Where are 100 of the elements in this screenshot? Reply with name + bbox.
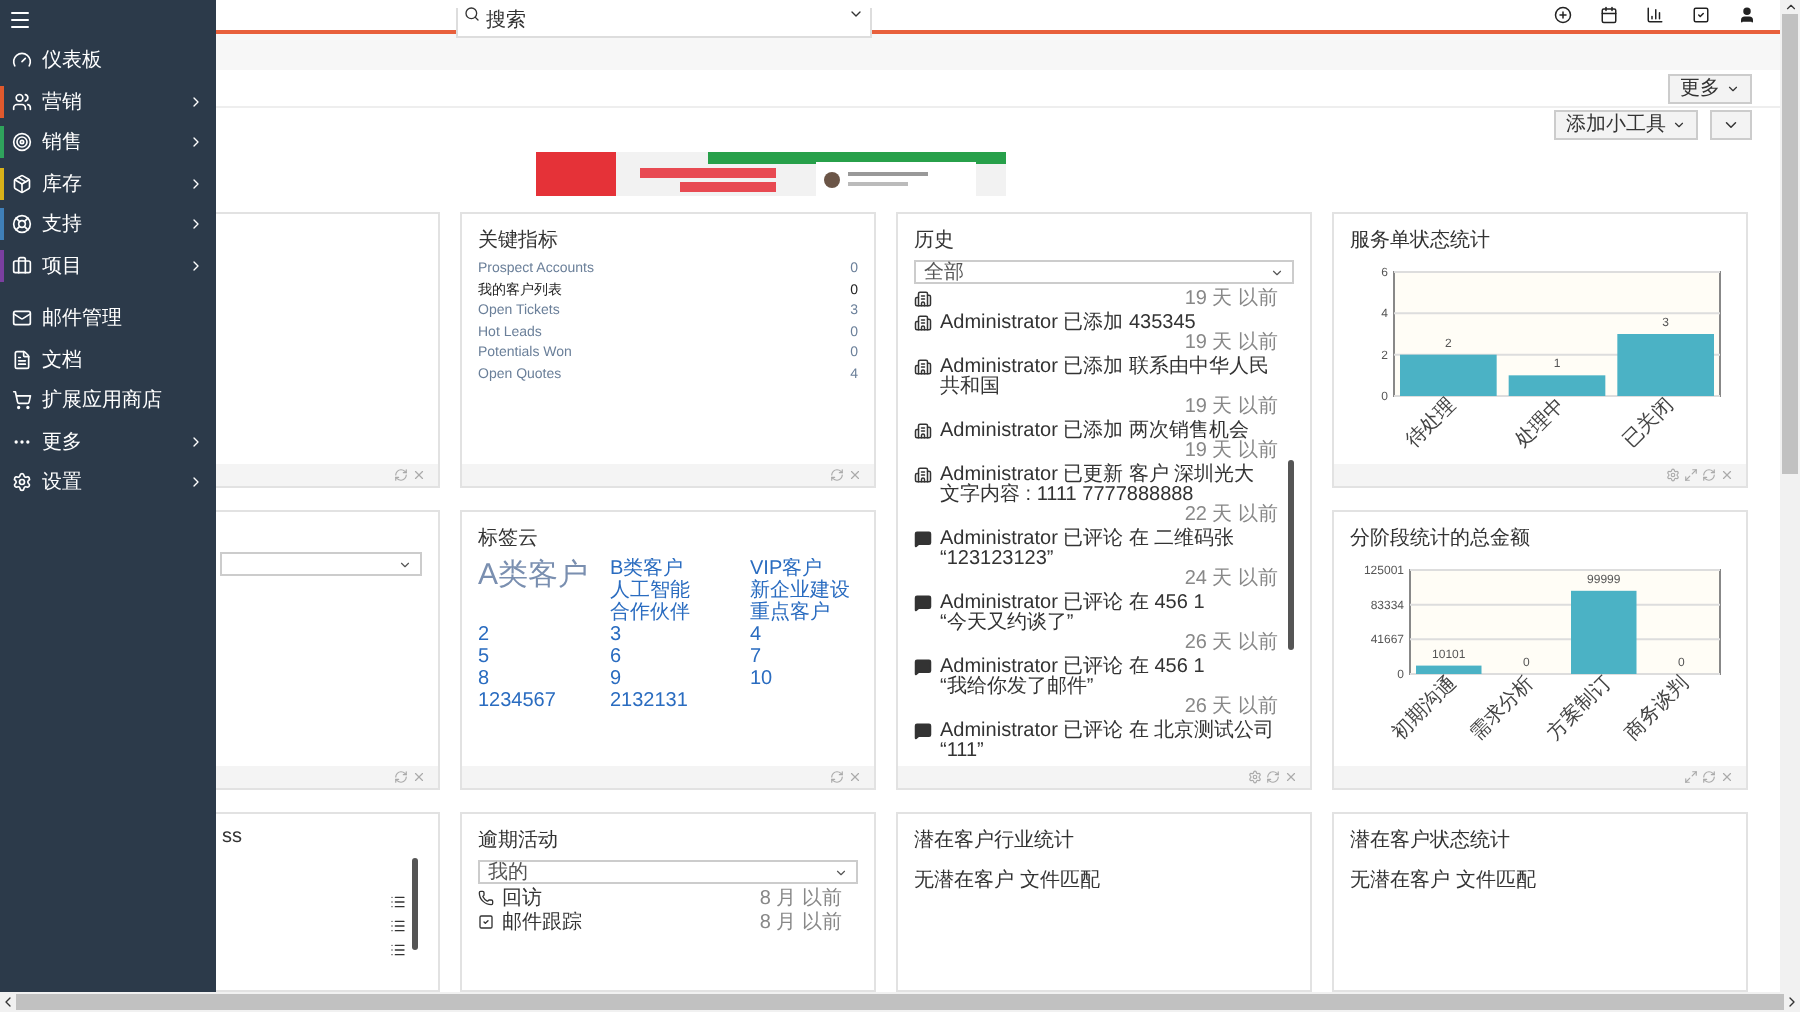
- tag-link[interactable]: 10: [750, 668, 874, 690]
- chart-title: 服务单状态统计: [1350, 230, 1490, 252]
- building-icon: [914, 358, 932, 376]
- add-icon[interactable]: [1554, 6, 1572, 24]
- sidebar-item[interactable]: 库存: [0, 163, 216, 204]
- list-icon[interactable]: [390, 894, 406, 910]
- close-icon[interactable]: [1284, 770, 1298, 784]
- mail-icon: [12, 308, 32, 329]
- settings-icon[interactable]: [1666, 468, 1680, 482]
- refresh-icon[interactable]: [830, 770, 844, 784]
- refresh-icon[interactable]: [1702, 770, 1716, 784]
- tag-link[interactable]: 1234567: [478, 690, 594, 712]
- building-icon: [914, 466, 932, 484]
- scrollbar[interactable]: [412, 858, 418, 950]
- timestamp: 19 天 以前: [1184, 442, 1278, 462]
- tag-link[interactable]: 3: [610, 624, 734, 646]
- building-icon: [914, 290, 932, 308]
- history-detail: “今天又约谈了”: [940, 614, 1076, 634]
- sidebar-item[interactable]: 文档: [0, 339, 216, 380]
- checkbox-icon[interactable]: [1692, 6, 1710, 24]
- activity-label[interactable]: 回访: [502, 890, 542, 910]
- sidebar-item[interactable]: 邮件管理: [0, 298, 216, 339]
- bar-chart-icon[interactable]: [1646, 6, 1664, 24]
- widget-title: 历史: [914, 230, 954, 252]
- expand-icon[interactable]: [1684, 468, 1698, 482]
- tag-link[interactable]: 合作伙伴: [610, 602, 734, 624]
- sidebar-item[interactable]: 销售: [0, 122, 216, 163]
- history-detail: “111”: [940, 742, 986, 762]
- tag-link[interactable]: 8: [478, 668, 594, 690]
- document-icon: [12, 349, 32, 370]
- activity-label[interactable]: 邮件跟踪: [502, 914, 582, 934]
- timestamp: 22 天 以前: [1184, 506, 1278, 526]
- list-icon[interactable]: [390, 918, 406, 934]
- list-icon[interactable]: [390, 942, 406, 958]
- dropdown-icon[interactable]: [848, 6, 864, 22]
- refresh-icon[interactable]: [1702, 468, 1716, 482]
- widget-title: 标签云: [478, 528, 538, 550]
- briefcase-icon: [12, 255, 32, 276]
- close-icon[interactable]: [1720, 468, 1734, 482]
- tag-link[interactable]: 5: [478, 646, 594, 668]
- chevron-icon: [188, 433, 204, 450]
- sidebar-item[interactable]: 项目: [0, 245, 216, 286]
- more-button[interactable]: 更多: [1668, 73, 1752, 104]
- tag-link[interactable]: 新企业建设: [750, 580, 874, 602]
- sidebar-item[interactable]: 仪表板: [0, 40, 216, 81]
- timestamp: 26 天 以前: [1184, 634, 1278, 654]
- refresh-icon[interactable]: [394, 770, 408, 784]
- close-icon[interactable]: [1720, 770, 1734, 784]
- add-widget-button[interactable]: 添加小工具: [1554, 109, 1698, 140]
- timestamp: 19 天 以前: [1184, 334, 1278, 354]
- caret-icon: [398, 557, 412, 571]
- tag-link[interactable]: 9: [610, 668, 734, 690]
- close-icon[interactable]: [412, 468, 426, 482]
- select-field[interactable]: [220, 552, 422, 576]
- sidebar-item[interactable]: 营销: [0, 81, 216, 122]
- scrollbar[interactable]: [0, 992, 1800, 1012]
- close-icon[interactable]: [848, 468, 862, 482]
- collapse-button[interactable]: [1710, 109, 1752, 140]
- tag-link[interactable]: 4: [750, 624, 874, 646]
- scrollbar[interactable]: [1288, 460, 1294, 650]
- chevron-icon: [188, 257, 204, 274]
- filter-select[interactable]: 全部: [914, 260, 1294, 284]
- speech-bubble-icon: [914, 594, 932, 612]
- history-detail: “123123123”: [940, 550, 1056, 570]
- timestamp: 8 月 以前: [759, 914, 842, 934]
- tag-link[interactable]: 2: [478, 624, 594, 646]
- close-icon[interactable]: [848, 770, 862, 784]
- sidebar-item[interactable]: 扩展应用商店: [0, 380, 216, 421]
- filter-select[interactable]: 我的: [478, 860, 858, 884]
- scrollbar[interactable]: [1780, 0, 1800, 992]
- tag-link[interactable]: 2132131: [610, 690, 734, 712]
- history-entry: Administrator 已添加 联系由中华人民共和国: [940, 358, 1269, 398]
- sidebar-item[interactable]: 支持: [0, 204, 216, 245]
- search-field[interactable]: 搜索: [456, 7, 872, 37]
- refresh-icon[interactable]: [830, 468, 844, 482]
- refresh-icon[interactable]: [1266, 770, 1280, 784]
- settings-icon: [12, 472, 32, 493]
- user-icon[interactable]: [1738, 6, 1756, 24]
- axis-label: 处理中: [1511, 394, 1570, 453]
- caret-icon: [834, 865, 848, 879]
- refresh-icon[interactable]: [394, 468, 408, 482]
- sidebar-item[interactable]: 设置: [0, 462, 216, 503]
- tag-link[interactable]: 重点客户: [750, 602, 874, 624]
- tag-link[interactable]: 6: [610, 646, 734, 668]
- tag-link[interactable]: A类客户: [478, 558, 594, 594]
- phone-icon: [478, 890, 494, 906]
- dashboard-icon: [12, 50, 32, 71]
- close-icon[interactable]: [412, 770, 426, 784]
- tag-link[interactable]: 人工智能: [610, 580, 734, 602]
- settings-icon[interactable]: [1248, 770, 1262, 784]
- calendar-icon[interactable]: [1600, 6, 1618, 24]
- checkbox-icon: [478, 914, 494, 930]
- axis-label: 需求分析: [1466, 672, 1539, 745]
- lifebuoy-icon: [12, 214, 32, 235]
- tag-link[interactable]: 7: [750, 646, 874, 668]
- sidebar-item[interactable]: 更多: [0, 421, 216, 462]
- expand-icon[interactable]: [1684, 770, 1698, 784]
- empty-message: 无潜在客户 文件匹配: [1350, 870, 1536, 892]
- speech-bubble-icon: [914, 530, 932, 548]
- speech-bubble-icon: [914, 722, 932, 740]
